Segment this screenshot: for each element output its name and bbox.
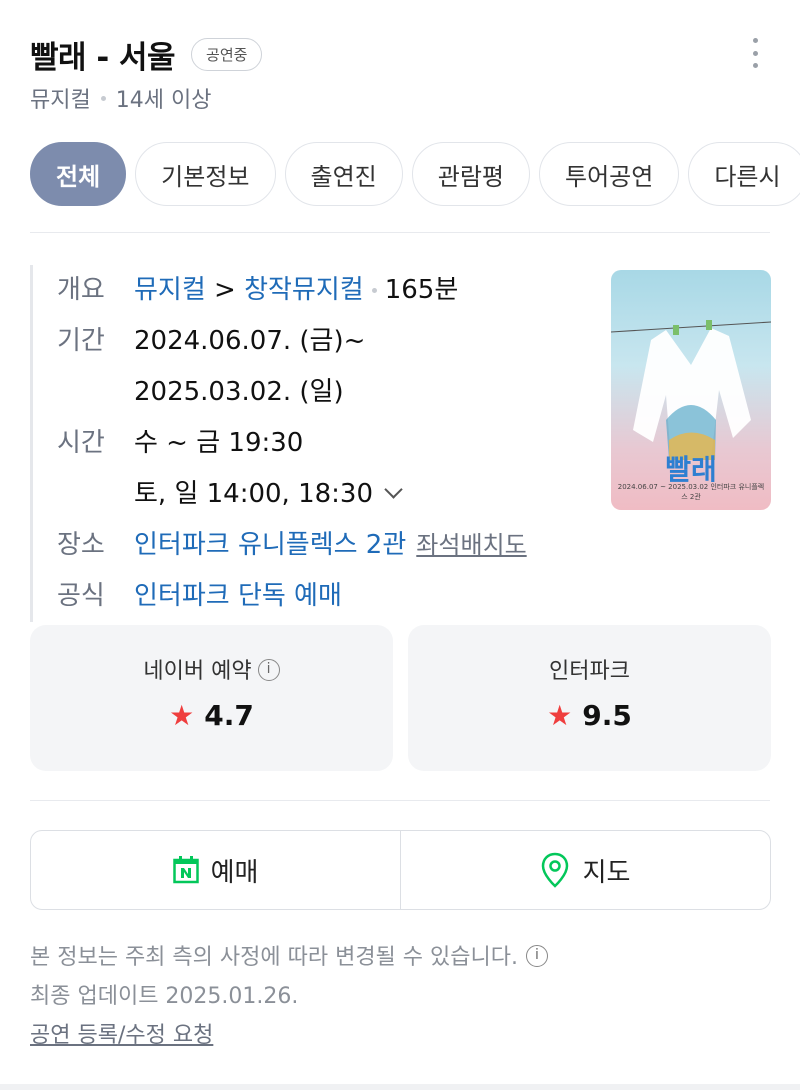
- rating-card-interpark[interactable]: 인터파크 ★ 9.5: [408, 625, 771, 771]
- overview-label: 개요: [57, 275, 105, 305]
- status-badge: 공연중: [191, 37, 263, 71]
- venue-label: 장소: [57, 530, 105, 560]
- edit-request-link[interactable]: 공연 등록/수정 요청: [30, 1023, 213, 1048]
- chevron-down-icon[interactable]: [384, 480, 403, 499]
- subtitle-row: 뮤지컬 14세 이상: [30, 82, 780, 114]
- tab-basic-info[interactable]: 기본정보: [135, 142, 276, 206]
- more-options-icon[interactable]: [750, 38, 760, 68]
- genre-text: 뮤지컬: [30, 88, 91, 113]
- period-end: 2025.03.02. (일): [134, 377, 344, 407]
- official-label: 공식: [57, 581, 105, 611]
- breadcrumb-arrow: >: [214, 275, 236, 305]
- period-label: 기간: [57, 326, 105, 356]
- star-icon: ★: [547, 699, 573, 732]
- time-weekend: 토, 일 14:00, 18:30: [134, 479, 374, 509]
- divider: [30, 232, 770, 233]
- dot-separator: [100, 95, 106, 101]
- notice-row: 본 정보는 주최 측의 사정에 따라 변경될 수 있습니다. i: [30, 938, 770, 977]
- booking-label: 예매: [210, 857, 259, 888]
- venue-link[interactable]: 인터파크 유니플렉스 2관: [134, 530, 406, 560]
- notice-text: 본 정보는 주최 측의 사정에 따라 변경될 수 있습니다.: [30, 945, 518, 970]
- info-section: 개요 뮤지컬 > 창작뮤지컬 165분 기간 2024.06.07. (금)~ 2…: [30, 265, 590, 622]
- info-icon[interactable]: i: [257, 659, 280, 681]
- seat-map-link[interactable]: 좌석배치도: [416, 531, 526, 559]
- time-weekday: 수 ~ 금 19:30: [134, 428, 304, 458]
- rating-source: 네이버 예약 i: [30, 653, 393, 685]
- dot-separator: [371, 288, 377, 293]
- time-row: 시간 수 ~ 금 19:30 토, 일 14:00, 18:30: [57, 418, 590, 520]
- age-rating-text: 14세 이상: [115, 88, 212, 113]
- tab-all[interactable]: 전체: [30, 142, 127, 206]
- overview-row: 개요 뮤지컬 > 창작뮤지컬 165분: [57, 265, 590, 316]
- venue-row: 장소 인터파크 유니플렉스 2관 좌석배치도: [57, 520, 590, 571]
- time-label: 시간: [57, 428, 105, 458]
- subgenre-link[interactable]: 창작뮤지컬: [244, 275, 364, 305]
- booking-button[interactable]: 예매: [31, 831, 400, 909]
- action-bar: 예매 지도: [30, 830, 771, 910]
- info-icon[interactable]: i: [525, 945, 548, 967]
- map-label: 지도: [582, 857, 631, 888]
- genre-link[interactable]: 뮤지컬: [134, 275, 206, 305]
- footer: 본 정보는 주최 측의 사정에 따라 변경될 수 있습니다. i 최종 업데이트 …: [30, 938, 770, 1055]
- tab-reviews[interactable]: 관람평: [411, 142, 530, 206]
- poster-image[interactable]: 빨래 2024.06.07 ~ 2025.03.02 인터파크 유니플렉스 2관: [611, 270, 771, 510]
- bottom-divider: [0, 1084, 800, 1090]
- rating-source: 인터파크: [549, 659, 630, 684]
- header: 빨래 - 서울 공연중 뮤지컬 14세 이상: [30, 32, 780, 114]
- period-row: 기간 2024.06.07. (금)~ 2025.03.02. (일): [57, 316, 590, 418]
- divider: [30, 800, 770, 801]
- tab-cast[interactable]: 출연진: [284, 142, 403, 206]
- tab-other[interactable]: 다른시: [688, 142, 800, 206]
- last-updated-text: 최종 업데이트 2025.01.26.: [30, 984, 299, 1009]
- rating-score: ★ 9.5: [547, 699, 632, 732]
- rating-score: ★ 4.7: [169, 699, 254, 732]
- rating-card-naver[interactable]: 네이버 예약 i ★ 4.7: [30, 625, 393, 771]
- official-booking-link[interactable]: 인터파크 단독 예매: [134, 581, 342, 611]
- naver-calendar-icon: [172, 856, 199, 884]
- tab-tour[interactable]: 투어공연: [539, 142, 680, 206]
- map-pin-icon: [541, 852, 568, 888]
- official-row: 공식 인터파크 단독 예매: [57, 571, 590, 622]
- star-icon: ★: [169, 699, 195, 732]
- tab-bar: 전체 기본정보 출연진 관람평 투어공연 다른시: [30, 142, 800, 206]
- title-row: 빨래 - 서울 공연중: [30, 32, 780, 76]
- poster-dates: 2024.06.07 ~ 2025.03.02 인터파크 유니플렉스 2관: [617, 483, 765, 501]
- period-start: 2024.06.07. (금)~: [134, 326, 366, 356]
- map-button[interactable]: 지도: [400, 831, 770, 909]
- page-title: 빨래 - 서울: [30, 39, 176, 76]
- runtime-text: 165분: [384, 275, 459, 305]
